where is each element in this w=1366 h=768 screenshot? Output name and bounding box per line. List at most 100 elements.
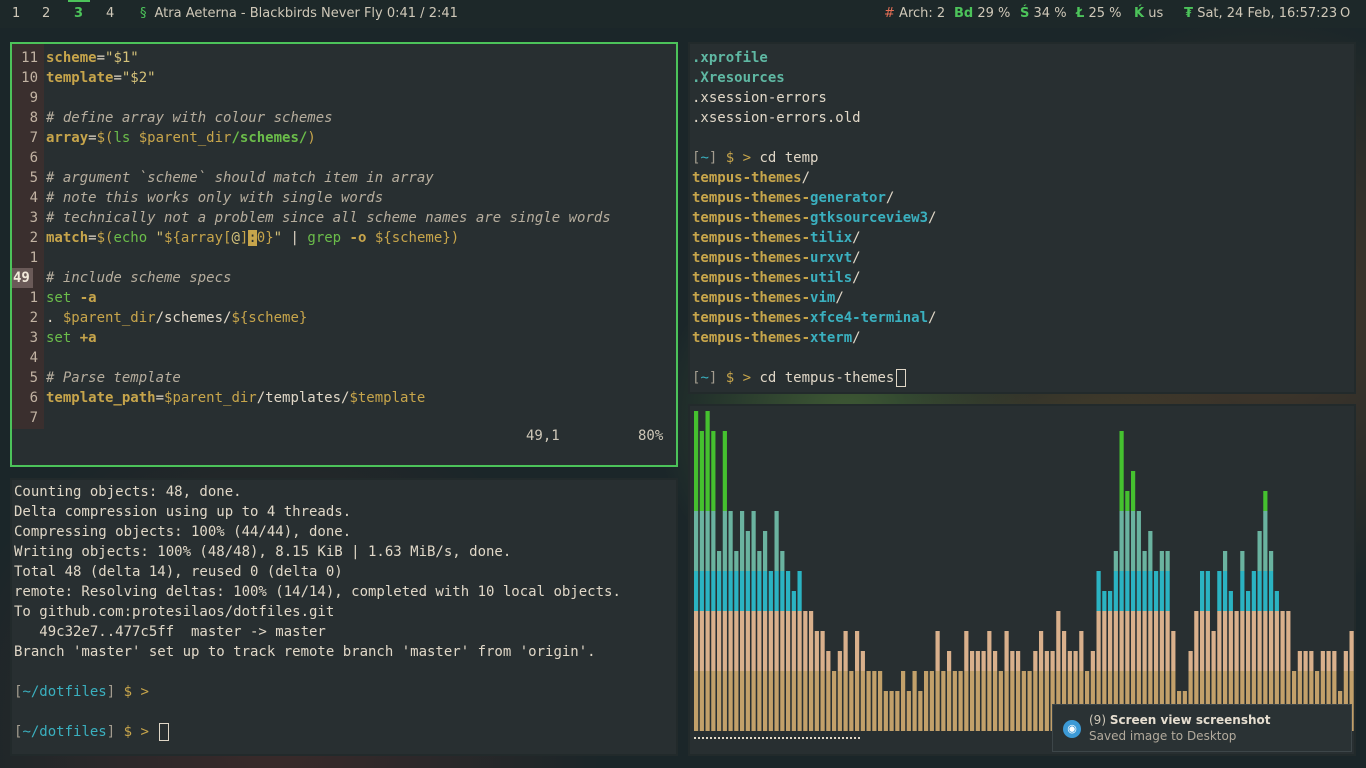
visualizer-bar-segment [722,671,727,731]
visualizer-bar-segment [1108,591,1113,611]
workspace-2[interactable]: 2 [42,6,50,21]
visualizer-bar-segment [734,551,739,571]
visualizer-bar-segment [1027,671,1032,731]
visualizer-bar-segment [722,511,727,571]
visualizer-bar-segment [745,531,750,571]
visualizer-bar-segment [1136,511,1141,571]
visualizer-bar-segment [1171,631,1176,671]
output-line: Counting objects: 48, done. [14,484,242,500]
visualizer-bar-segment [786,611,791,671]
bd-icon: Bd [954,6,974,21]
visualizer-bar-segment [1016,651,1021,671]
git-terminal-window[interactable]: Counting objects: 48, done. Delta compres… [10,478,678,756]
visualizer-bar-segment [740,611,745,671]
code-line[interactable]: # define array with colour schemes [46,108,333,128]
visualizer-bar-segment [1154,611,1159,671]
visualizer-bar-segment [1257,611,1262,671]
visualizer-bar-segment [768,611,773,671]
visualizer-bar-segment [1211,631,1216,671]
code-line[interactable]: set -a [46,288,97,308]
visualizer-bar-segment [734,671,739,731]
visualizer-bar-segment [1113,551,1118,571]
visualizer-bar-segment [1217,571,1222,611]
visualizer-bar-segment [1016,671,1021,731]
code-line[interactable]: template_path=$parent_dir/templates/$tem… [46,388,425,408]
visualizer-bar-segment [1200,611,1205,671]
workspace-3[interactable]: 3 [74,6,83,21]
visualizer-bar-segment [1274,591,1279,611]
visualizer-bar-segment [918,691,923,731]
active-prompt-line[interactable]: [~/dotfiles] $ > [14,722,170,742]
visualizer-bar-segment [1125,491,1130,511]
visualizer-bar-segment [1165,551,1170,571]
visualizer-bar-segment [1073,651,1078,671]
code-line[interactable]: # technically not a problem since all sc… [46,208,611,228]
active-prompt-line[interactable]: [~] $ > cd tempus-themes [692,368,907,388]
visualizer-bar-segment [734,611,739,671]
visualizer-bar-segment [1205,571,1210,611]
directory-entry: tempus-themes-xterm/ [692,330,861,346]
line-number: 7 [29,130,38,146]
visualizer-bar-segment [998,671,1003,731]
updates-icon: # [884,6,895,21]
code-line[interactable]: scheme="$1" [46,48,139,68]
code-line[interactable]: template="$2" [46,68,156,88]
code-line[interactable]: # include scheme specs [46,268,231,288]
code-line[interactable]: match=$(echo "${array[@]:0}" | grep -o $… [46,228,459,248]
visualizer-bar-segment [987,671,992,731]
visualizer-bar-segment [809,611,814,671]
visualizer-bar-segment [1102,591,1107,611]
notification-title: (9) Screen view screenshot [1089,713,1271,727]
visualizer-bar-segment [705,671,710,731]
visualizer-bar-segment [855,671,860,731]
visualizer-bar-segment [1269,611,1274,671]
visualizer-bar-segment [1343,651,1348,671]
keyboard-layout[interactable]: Ḱ us [1134,6,1163,21]
visualizer-bar-segment [780,551,785,571]
visualizer-bar-segment [1228,591,1233,611]
prompt-line: [~/dotfiles] $ > [14,684,149,700]
visualizer-bar-segment [722,431,727,511]
visualizer-bar-segment [717,551,722,571]
visualizer-bar-segment [1251,611,1256,671]
visualizer-bar-segment [1148,611,1153,671]
vim-editor-window[interactable]: 11 scheme="$1" 10 template="$2" 9 8 # define a… [10,42,678,467]
code-line[interactable]: . $parent_dir/schemes/${scheme} [46,308,307,328]
workspace-4[interactable]: 4 [106,6,114,21]
visualizer-bar-segment [860,671,865,731]
visualizer-bar-segment [1113,611,1118,671]
visualizer-bar-segment [935,671,940,731]
code-line[interactable]: # Parse template [46,368,181,388]
code-line[interactable]: set +a [46,328,97,348]
visualizer-bar-segment [1234,611,1239,671]
visualizer-bar-segment [1142,551,1147,571]
visualizer-bar-segment [837,651,842,671]
workspace-1[interactable]: 1 [12,6,20,21]
screenshot-notification[interactable]: ◉ (9) Screen view screenshot Saved image… [1052,704,1352,752]
power-icon[interactable]: O [1340,6,1350,21]
visualizer-bar-segment [745,671,750,731]
output-line: Delta compression using up to 4 threads. [14,504,352,520]
visualizer-bar-segment [1205,611,1210,671]
visualizer-bar-segment [809,671,814,731]
code-line[interactable]: array=$(ls $parent_dir/schemes/) [46,128,316,148]
clock-icon: ₮ [1184,6,1194,21]
visualizer-bar-segment [1269,571,1274,611]
visualizer-bar-segment [964,671,969,731]
line-number: 6 [29,390,38,406]
visualizer-bar-segment [837,671,842,731]
music-status[interactable]: § Atra Aeterna - Blackbirds Never Fly 0:4… [140,6,458,21]
visualizer-bar-segment [740,571,745,611]
visualizer-bar-segment [711,671,716,731]
visualizer-bar-segment [1131,571,1136,611]
visualizer-bar-segment [1240,571,1245,611]
visualizer-bar-segment [1303,651,1308,671]
code-line[interactable]: # argument `scheme` should match item in… [46,168,434,188]
ls-terminal-window[interactable]: .xprofile .Xresources .xsession-errors .xse… [688,42,1356,394]
visualizer-bar-segment [912,671,917,731]
visualizer-bar-segment [826,651,831,671]
code-line[interactable]: # note this works only with single words [46,188,383,208]
music-icon: § [140,6,147,21]
visualizer-bar-segment [763,531,768,571]
visualizer-bar-segment [1067,651,1072,671]
